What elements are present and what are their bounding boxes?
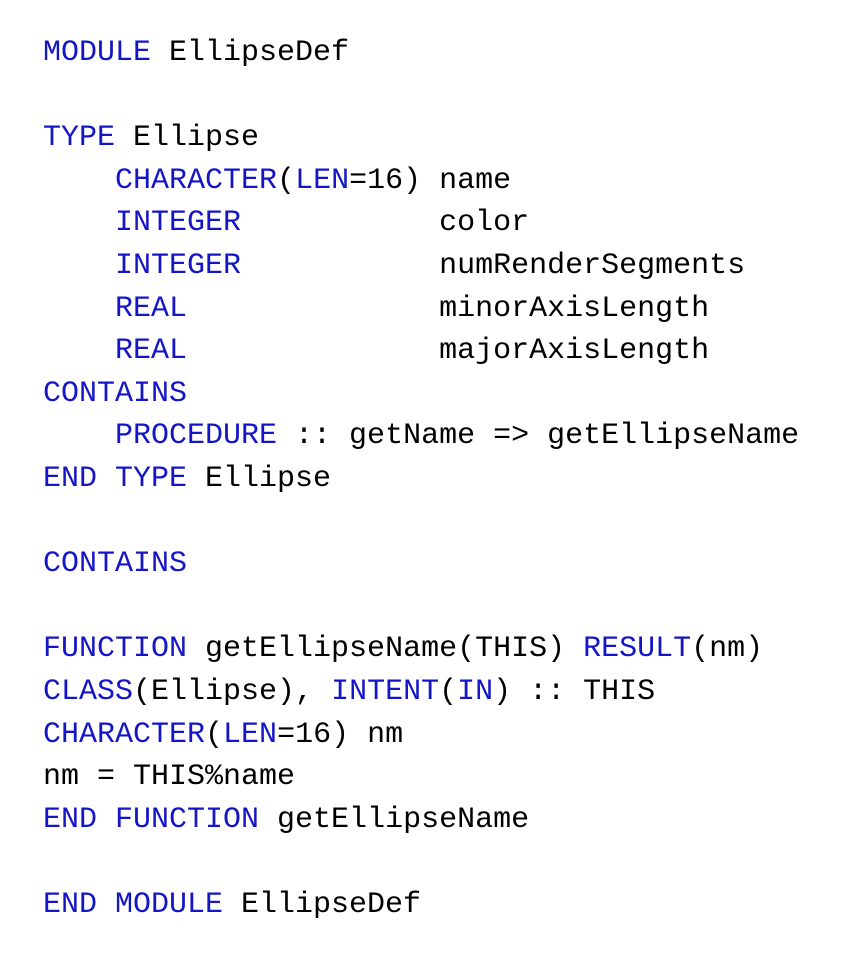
code-line: INTEGER numRenderSegments [43, 245, 799, 288]
code-keyword: REAL [115, 334, 188, 369]
code-keyword: FUNCTION [43, 632, 188, 667]
code-text: getEllipseName(THIS) [187, 632, 584, 667]
code-text: minorAxisLength [187, 291, 710, 326]
code-text: (Ellipse), [133, 674, 332, 709]
code-text: =16) name [349, 163, 512, 198]
code-text: nm = THIS%name [43, 760, 296, 795]
code-keyword: CHARACTER [115, 163, 278, 198]
code-keyword: IN [457, 674, 494, 709]
code-keyword: CHARACTER [43, 717, 206, 752]
code-line: FUNCTION getEllipseName(THIS) RESULT(nm) [43, 628, 799, 671]
code-line: MODULE EllipseDef [43, 32, 799, 75]
code-text: ( [205, 717, 224, 752]
code-line: END MODULE EllipseDef [43, 884, 799, 927]
code-text: color [241, 206, 530, 241]
code-keyword: RESULT [583, 632, 692, 667]
code-text: Ellipse [115, 121, 260, 156]
code-text: getEllipseName [259, 802, 530, 837]
code-keyword: REAL [115, 291, 188, 326]
code-keyword: INTEGER [115, 206, 242, 241]
code-line: REAL majorAxisLength [43, 330, 799, 373]
code-line: nm = THIS%name [43, 756, 799, 799]
code-line: CONTAINS [43, 543, 799, 586]
code-line: CHARACTER(LEN=16) nm [43, 714, 799, 757]
code-line: END FUNCTION getEllipseName [43, 799, 799, 842]
code-line: PROCEDURE :: getName => getEllipseName [43, 415, 799, 458]
code-keyword: MODULE [43, 36, 152, 70]
code-line: TYPE Ellipse [43, 117, 799, 160]
code-line: INTEGER color [43, 202, 799, 245]
code-keyword: LEN [223, 717, 278, 752]
code-line: CONTAINS [43, 373, 799, 416]
code-text: EllipseDef [151, 36, 350, 70]
code-listing: MODULE EllipseDef TYPE Ellipse CHARACTER(… [43, 32, 799, 926]
code-keyword: END FUNCTION [43, 802, 260, 837]
code-keyword: INTENT [331, 674, 440, 709]
code-text: numRenderSegments [241, 248, 746, 283]
code-line: END TYPE Ellipse [43, 458, 799, 501]
code-keyword: END TYPE [43, 461, 188, 496]
code-keyword: CONTAINS [43, 547, 188, 582]
code-text: ( [439, 674, 458, 709]
code-line: CLASS(Ellipse), INTENT(IN) :: THIS [43, 671, 799, 714]
code-text: (nm) [691, 632, 764, 667]
code-text: Ellipse [187, 461, 332, 496]
code-keyword: CONTAINS [43, 376, 188, 411]
code-text: ( [277, 163, 296, 198]
code-text: ) :: THIS [493, 674, 656, 709]
code-keyword: CLASS [43, 674, 134, 709]
code-keyword: INTEGER [115, 248, 242, 283]
code-text: majorAxisLength [187, 334, 710, 369]
code-line: CHARACTER(LEN=16) name [43, 160, 799, 203]
code-keyword: TYPE [43, 121, 116, 156]
code-text: =16) nm [277, 717, 404, 752]
code-text: EllipseDef [223, 887, 422, 922]
code-text: :: getName => getEllipseName [277, 419, 800, 454]
code-line: REAL minorAxisLength [43, 288, 799, 331]
code-keyword: END MODULE [43, 887, 224, 922]
code-keyword: LEN [295, 163, 350, 198]
code-keyword: PROCEDURE [115, 419, 278, 454]
